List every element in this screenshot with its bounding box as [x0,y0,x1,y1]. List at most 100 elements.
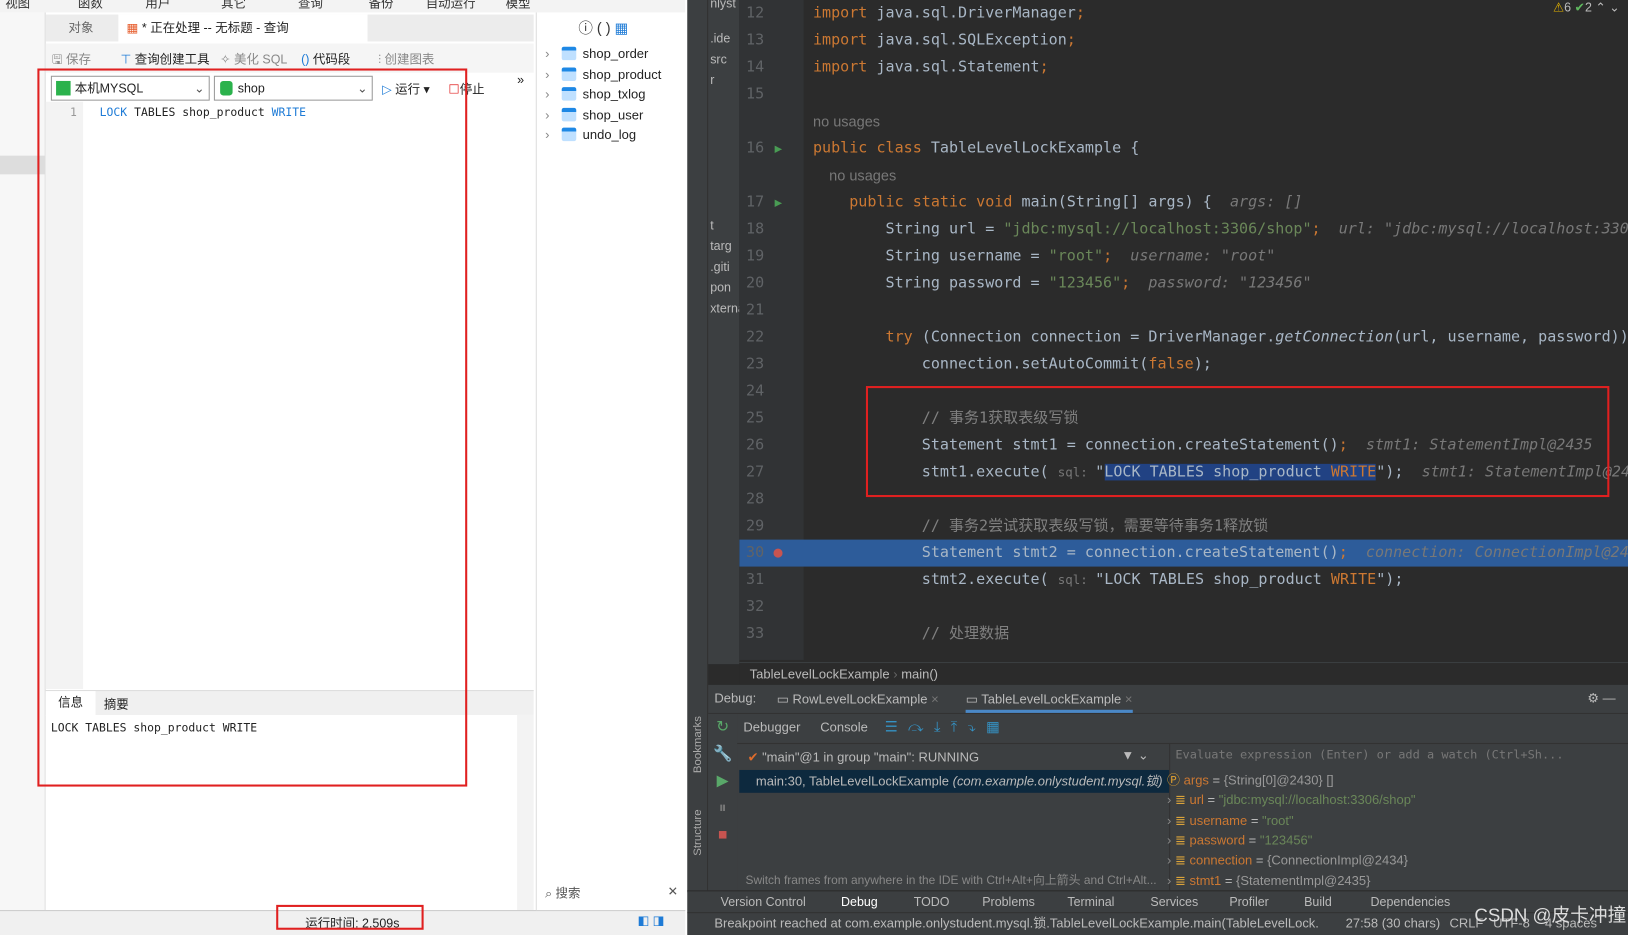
tool-services[interactable]: Services [1150,894,1198,909]
tab-objects[interactable]: 对象 [60,15,102,42]
tool-problems[interactable]: Problems [982,894,1035,909]
tab-query[interactable]: ▦ * 正在处理 -- 无标题 - 查询 [118,14,368,42]
line-number[interactable]: 33 [739,621,764,648]
line-number[interactable]: 15 [739,81,764,108]
menu-item[interactable]: 备份 [369,0,394,11]
project-item[interactable]: targ [710,239,731,254]
project-item[interactable]: .giti [710,259,729,274]
breakpoint-icon[interactable]: ● [774,540,783,567]
line-number[interactable]: 29 [739,513,764,540]
chevron-right-icon[interactable]: › [545,107,549,122]
variable-row[interactable]: › ≣ stmt1 = {StatementImpl@2435} [1167,871,1370,891]
line-number[interactable]: 25 [739,405,764,432]
tool-todo[interactable]: TODO [914,894,950,909]
step-icons[interactable]: ☰⤼⤓⤒⤵▦ [885,718,1011,736]
beautify-sql-button[interactable]: ✧ 美化 SQL [220,50,287,68]
tab-debugger[interactable]: Debugger [743,720,800,735]
tool-debug[interactable]: Debug [841,894,878,909]
line-number[interactable]: 26 [739,432,764,459]
menu-item[interactable]: 查询 [298,0,323,11]
search-field[interactable]: ⌕ 搜索 ✕ [545,884,678,902]
line-number[interactable]: 23 [739,351,764,378]
project-item[interactable]: t [710,218,713,233]
pause-icon[interactable]: ⏸ [708,795,737,822]
line-number[interactable]: 18 [739,216,764,243]
session-tab-active[interactable]: ▭ TableLevelLockExample × [965,691,1133,713]
line-number[interactable]: 17 [739,189,764,216]
tool-build[interactable]: Build [1304,894,1332,909]
line-number[interactable]: 20 [739,270,764,297]
rerun-icon[interactable]: ↻ [708,714,737,741]
project-item[interactable]: r [710,73,714,88]
tree-item-table[interactable]: › shop_order [545,45,648,65]
variable-row[interactable]: › ≣ password = "123456" [1167,831,1312,851]
wrench-icon[interactable]: 🔧 [708,741,737,768]
menu-item[interactable]: 函数 [78,0,103,11]
tree-item-table[interactable]: › undo_log [545,126,636,146]
inspection-widget[interactable]: ⚠6 ✔2 ⌃ ⌄ [1553,0,1620,15]
chevron-right-icon[interactable]: › [545,128,549,143]
project-item[interactable]: xterna [710,301,739,316]
tool-profiler[interactable]: Profiler [1229,894,1268,909]
menu-item[interactable]: 自动运行 [426,0,476,11]
line-number[interactable]: 12 [739,0,764,27]
expand-icon[interactable]: › [1167,873,1171,888]
expand-icon[interactable]: › [1167,813,1171,828]
layout-icon[interactable]: ◧ ◨ [638,913,665,928]
variable-row[interactable]: › ≣ connection = {ConnectionImpl@2434} [1167,851,1408,871]
crumb-class[interactable]: TableLevelLockExample [750,667,890,682]
snippet-button[interactable]: () 代码段 [301,50,350,68]
info-icon[interactable]: ⓘ ( ) ▦ [578,18,628,39]
expand-icon[interactable]: › [1167,793,1171,808]
menu-item[interactable]: 视图 [5,0,30,11]
code-editor[interactable]: 12 import java.sql.DriverManager; 13 import… [739,0,1628,660]
variable-row[interactable]: Ⓟ args = {String[0]@2430} [] [1167,771,1334,791]
resume-icon[interactable]: ▶ [708,768,737,795]
chevron-right-icon[interactable]: › [545,87,549,102]
stack-frame[interactable]: main:30, TableLevelLockExample (com.exam… [739,769,1170,793]
structure-tab[interactable]: Structure [692,809,704,855]
stop-icon[interactable]: ■ [708,822,737,849]
line-number[interactable]: 14 [739,54,764,81]
evaluate-input[interactable]: Evaluate expression (Enter) or add a wat… [1175,747,1563,762]
query-builder-button[interactable]: ⊤ 查询创建工具 [120,50,209,68]
bookmarks-tab[interactable]: Bookmarks [692,716,704,773]
settings-icon[interactable]: ⚙ — [1587,690,1615,706]
menu-item[interactable]: 其它 [221,0,246,11]
line-number[interactable]: 32 [739,594,764,621]
caret-position[interactable]: 27:58 (30 chars) [1346,913,1441,934]
project-item[interactable]: .ide [710,31,730,46]
line-number[interactable]: 22 [739,324,764,351]
project-item[interactable]: nlyst [710,0,736,10]
tree-item-table[interactable]: › shop_product [545,65,661,85]
run-gutter-icon[interactable]: ▶ [775,135,783,162]
chevron-right-icon[interactable]: › [545,47,549,62]
line-number[interactable]: 24 [739,378,764,405]
tree-item-table[interactable]: › shop_user [545,105,643,125]
chevron-right-icon[interactable]: › [545,67,549,82]
menu-item[interactable]: 模型 [506,0,531,11]
project-item[interactable]: pon [710,280,731,295]
line-number[interactable]: 13 [739,27,764,54]
variable-row[interactable]: › ≣ url = "jdbc:mysql://localhost:3306/s… [1167,791,1415,811]
tree-item-table[interactable]: › shop_txlog [545,85,645,105]
variable-row[interactable]: › ≣ username = "root" [1167,811,1294,831]
line-number[interactable]: 16 [739,135,764,162]
run-gutter-icon[interactable]: ▶ [775,189,783,216]
line-number[interactable]: 27 [739,459,764,486]
tool-dependencies[interactable]: Dependencies [1371,894,1451,909]
expand-icon[interactable]: › [1167,833,1171,848]
crumb-method[interactable]: main() [901,667,938,682]
tab-console[interactable]: Console [820,720,868,735]
line-number[interactable]: 31 [739,567,764,594]
project-item[interactable]: src [710,52,727,67]
line-number[interactable]: 21 [739,297,764,324]
tool-version-control[interactable]: Version Control [721,894,806,909]
line-number[interactable]: 30 [739,540,764,567]
session-tab[interactable]: ▭ RowLevelLockExample × [777,691,939,707]
tool-terminal[interactable]: Terminal [1067,894,1114,909]
more-button[interactable]: » [517,73,524,88]
scrollbar[interactable] [517,714,534,911]
menu-item[interactable]: 用户 [145,0,170,11]
thread-select[interactable]: ✔ "main"@1 in group "main": RUNNING [748,749,979,765]
